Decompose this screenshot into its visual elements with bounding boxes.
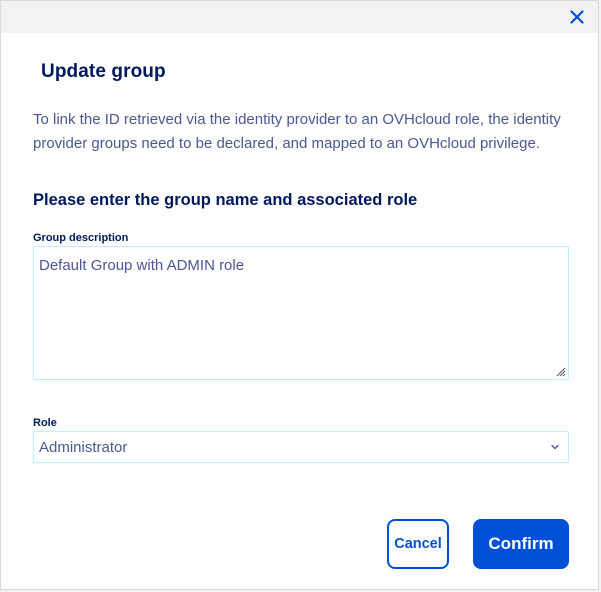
dialog-description: To link the ID retrieved via the identit…	[33, 111, 561, 152]
update-group-dialog: Update group To link the ID retrieved vi…	[0, 0, 599, 590]
role-select[interactable]: Administrator	[33, 431, 569, 463]
chevron-down-icon	[551, 444, 559, 450]
cancel-button[interactable]: Cancel	[387, 519, 449, 569]
confirm-button[interactable]: Confirm	[473, 519, 569, 569]
group-description-textarea[interactable]: Default Group with ADMIN role	[33, 246, 569, 380]
close-button[interactable]	[566, 6, 588, 28]
role-label: Role	[33, 417, 57, 429]
dialog-title: Update group	[41, 61, 166, 82]
form-subtitle: Please enter the group name and associat…	[33, 191, 418, 209]
close-icon	[570, 10, 584, 24]
role-selected-value: Administrator	[39, 438, 128, 456]
dialog-header	[1, 1, 598, 33]
group-description-label: Group description	[33, 232, 129, 244]
group-description-value: Default Group with ADMIN role	[39, 257, 245, 274]
resize-handle-icon[interactable]	[554, 365, 566, 377]
